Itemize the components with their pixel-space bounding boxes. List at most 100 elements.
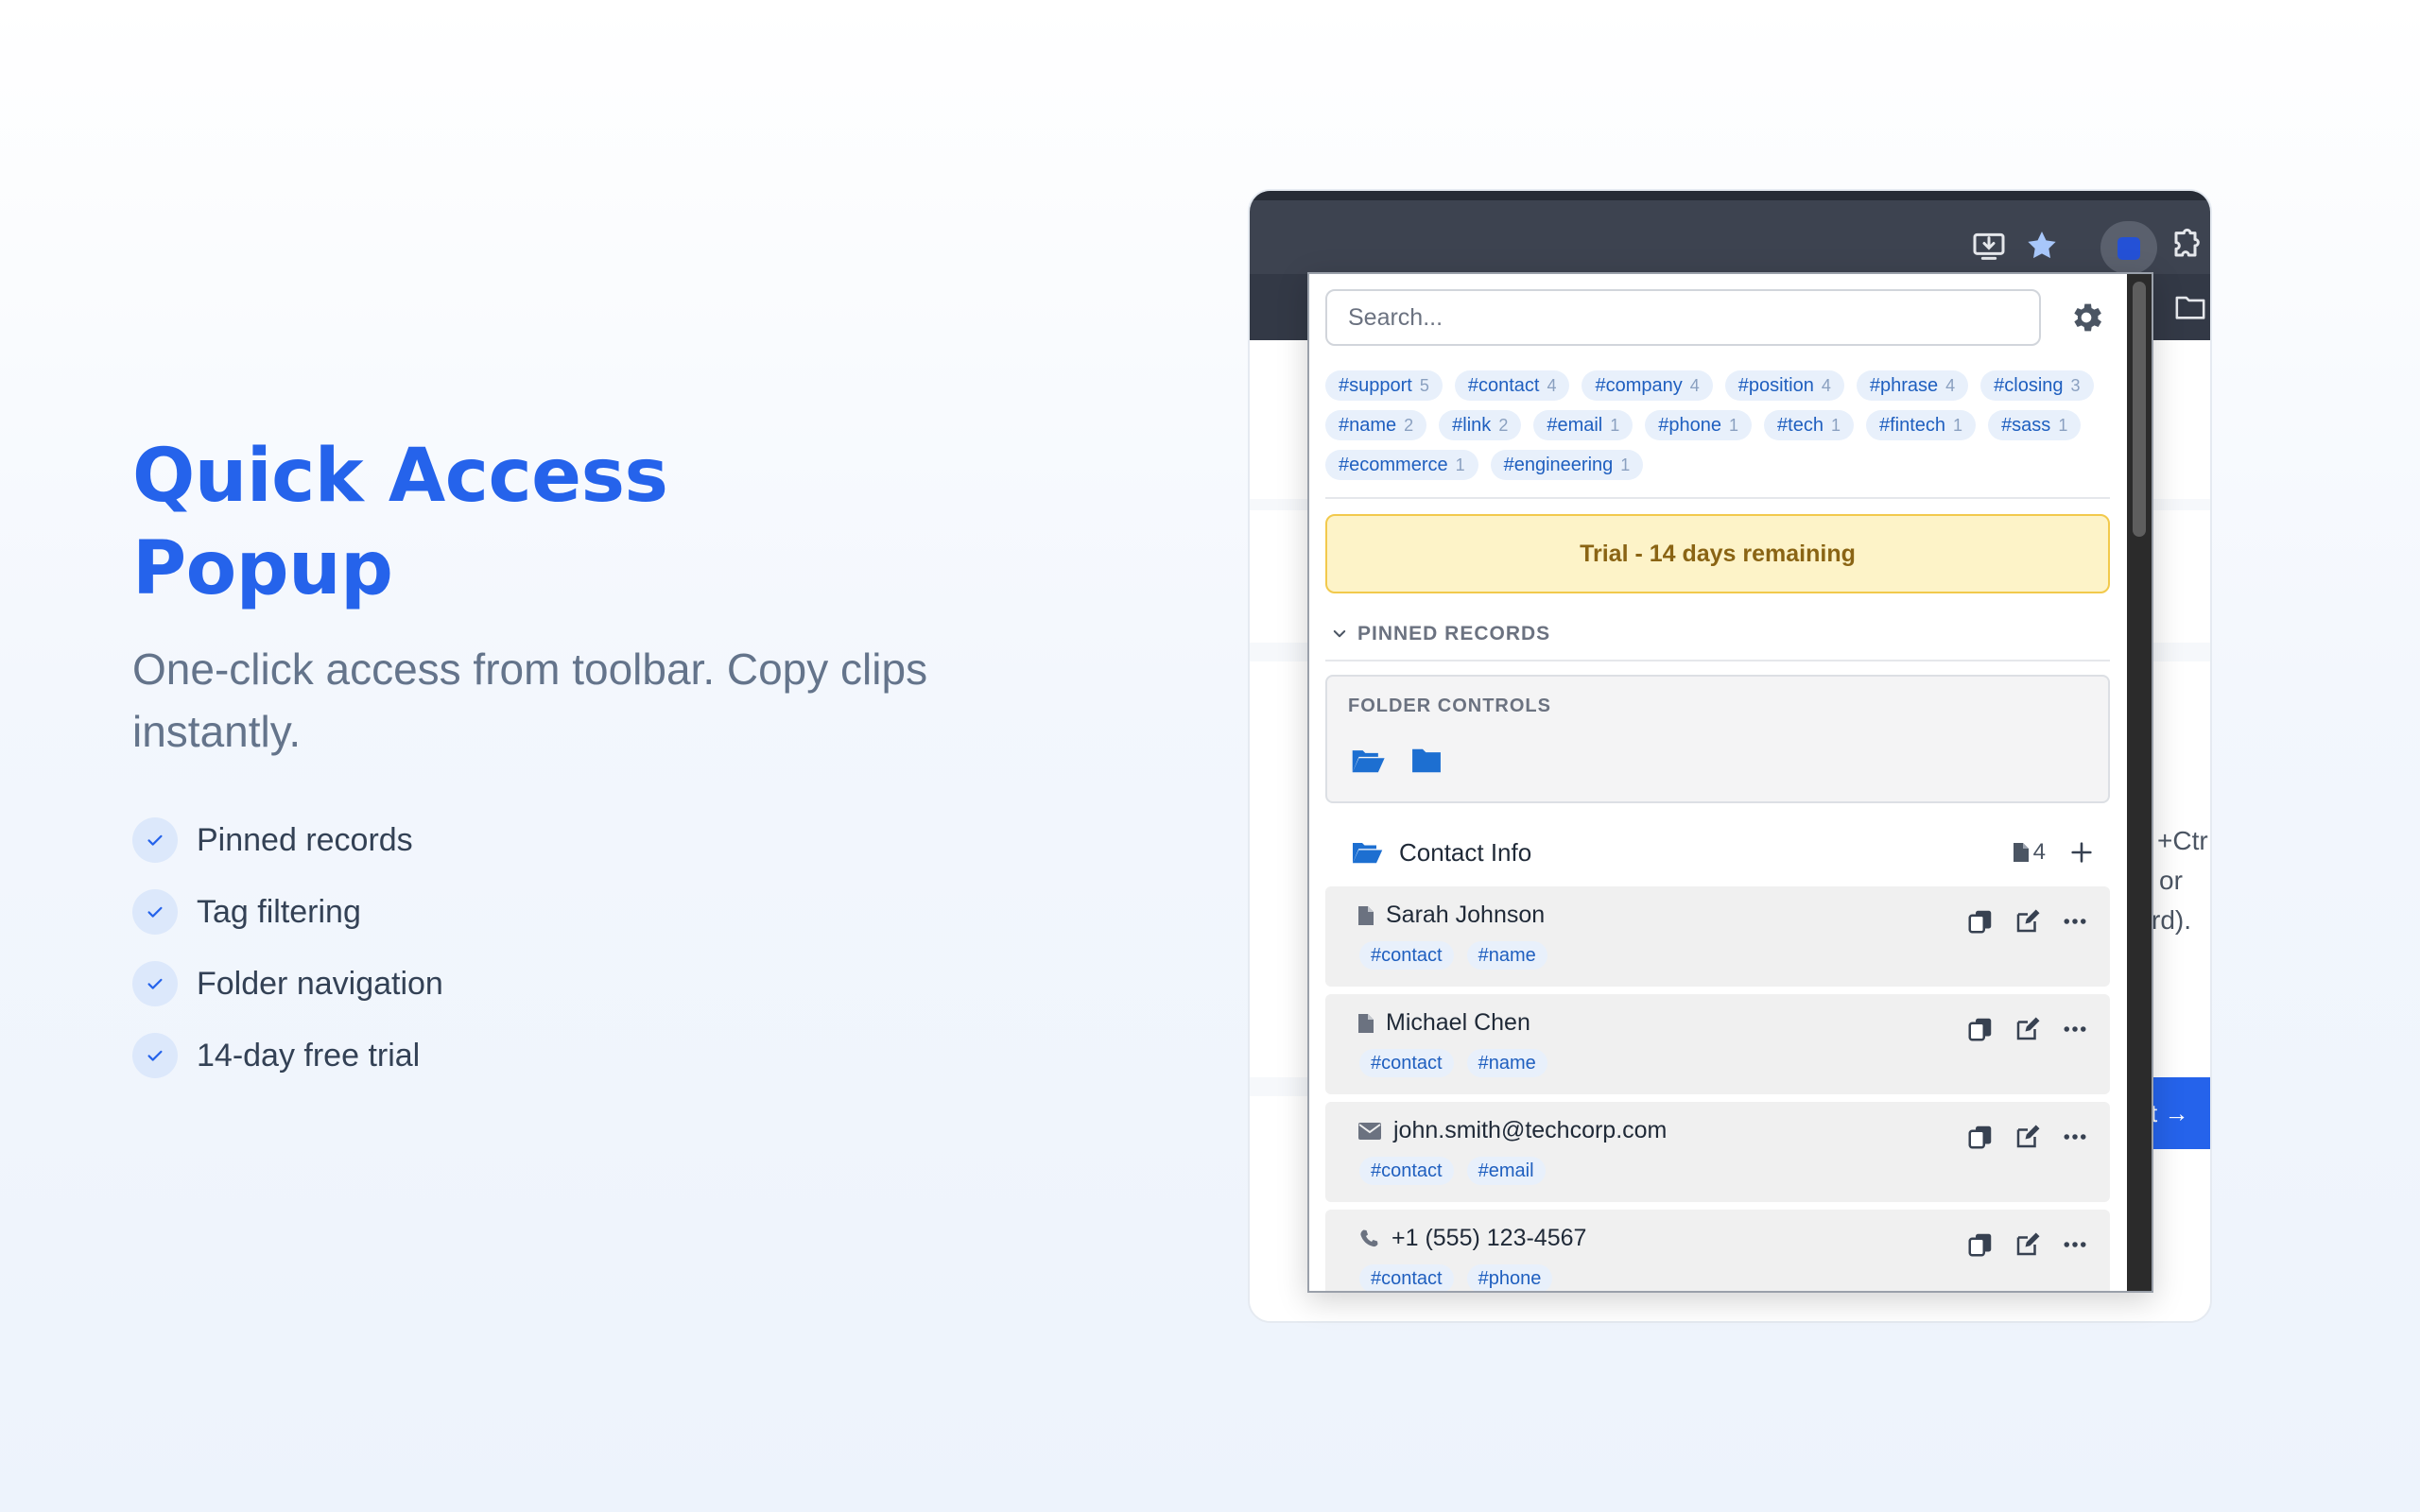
browser-toolbar xyxy=(1250,191,2210,274)
folder-open-icon[interactable] xyxy=(1350,745,1386,777)
tag-chip[interactable]: #position 4 xyxy=(1724,370,1844,401)
tag-chip[interactable]: #engineering 1 xyxy=(1490,450,1644,480)
search-input[interactable] xyxy=(1325,289,2041,346)
record-title-row: +1 (555) 123-4567 xyxy=(1357,1225,1586,1252)
tag-chip[interactable]: #ecommerce 1 xyxy=(1325,450,1478,480)
envelope-icon xyxy=(1358,1122,1381,1140)
tag-count: 1 xyxy=(2058,415,2068,435)
record-title: Michael Chen xyxy=(1386,1009,1530,1036)
star-icon[interactable] xyxy=(2023,227,2061,265)
folder-controls: FOLDER CONTROLS xyxy=(1325,675,2110,803)
tag-count: 4 xyxy=(1547,375,1557,395)
record-tags: #contact #name xyxy=(1359,941,1547,970)
edit-icon[interactable] xyxy=(2014,1230,2042,1259)
puzzle-icon[interactable] xyxy=(2167,227,2204,265)
more-icon[interactable] xyxy=(2061,907,2089,936)
more-icon[interactable] xyxy=(2061,1230,2089,1259)
tag-chip[interactable]: #link 2 xyxy=(1439,410,1522,440)
page-text: or xyxy=(2159,866,2183,895)
check-icon xyxy=(132,1033,178,1078)
tag-count: 1 xyxy=(1953,415,1963,435)
hero-section: Quick Access Popup One-click access from… xyxy=(132,430,1059,1091)
pinned-records-header[interactable]: PINNED RECORDS xyxy=(1325,620,2110,648)
hero-title-line1: Quick Access xyxy=(132,434,668,519)
folder-contact-info[interactable]: Contact Info 4 xyxy=(1325,826,2110,879)
scrollbar-thumb[interactable] xyxy=(2133,282,2146,537)
chevron-down-icon[interactable] xyxy=(1331,626,1348,643)
feature-item: 14-day free trial xyxy=(132,1020,1059,1091)
record-item[interactable]: Michael Chen #contact #name xyxy=(1325,994,2110,1094)
record-title: john.smith@techcorp.com xyxy=(1393,1117,1668,1143)
record-title-row: john.smith@techcorp.com xyxy=(1357,1117,1667,1144)
tag-chip[interactable]: #name xyxy=(1466,1049,1547,1077)
tag-chip[interactable]: #fintech 1 xyxy=(1865,410,1977,440)
feature-label: 14-day free trial xyxy=(197,1037,421,1074)
tag-chip[interactable]: #contact 4 xyxy=(1454,370,1570,401)
more-icon[interactable] xyxy=(2061,1015,2089,1043)
copy-icon[interactable] xyxy=(1966,1230,1995,1259)
feature-item: Folder navigation xyxy=(132,948,1059,1020)
copy-icon[interactable] xyxy=(1966,1015,1995,1043)
record-item[interactable]: +1 (555) 123-4567 #contact #phone xyxy=(1325,1210,2110,1291)
more-icon[interactable] xyxy=(2061,1123,2089,1151)
feature-label: Folder navigation xyxy=(197,965,443,1002)
edit-icon[interactable] xyxy=(2014,1015,2042,1043)
tag-chip[interactable]: #tech 1 xyxy=(1764,410,1854,440)
tag-chip[interactable]: #sass 1 xyxy=(1988,410,2082,440)
folder-closed-icon[interactable] xyxy=(1409,745,1444,777)
copy-icon[interactable] xyxy=(1966,1123,1995,1151)
tag-chip[interactable]: #phrase 4 xyxy=(1856,370,1969,401)
copy-icon[interactable] xyxy=(1966,907,1995,936)
tag-count: 3 xyxy=(2070,375,2081,395)
feature-item: Tag filtering xyxy=(132,876,1059,948)
record-item[interactable]: john.smith@techcorp.com #contact #email xyxy=(1325,1102,2110,1202)
tag-chip[interactable]: #closing 3 xyxy=(1980,370,2094,401)
feature-list: Pinned records Tag filtering Folder navi… xyxy=(132,804,1059,1091)
tag-chip[interactable]: #contact xyxy=(1359,1157,1454,1185)
gear-icon[interactable] xyxy=(2067,299,2105,336)
tag-chip[interactable]: #phone xyxy=(1466,1264,1553,1291)
hero-title: Quick Access Popup xyxy=(132,430,1059,615)
tag-count: 1 xyxy=(1620,455,1631,474)
folder-open-icon xyxy=(1353,843,1383,864)
document-icon xyxy=(1358,1013,1374,1033)
tag-chip[interactable]: #support 5 xyxy=(1325,370,1443,401)
add-record-icon[interactable] xyxy=(2068,839,2095,866)
tag-count: 2 xyxy=(1498,415,1509,435)
tag-chip[interactable]: #contact xyxy=(1359,941,1454,970)
extension-active-icon[interactable] xyxy=(2100,221,2157,274)
phone-icon xyxy=(1360,1229,1378,1246)
record-title: +1 (555) 123-4567 xyxy=(1392,1225,1587,1251)
tag-chip[interactable]: #name xyxy=(1466,941,1547,970)
edit-icon[interactable] xyxy=(2014,1123,2042,1151)
tag-count: 4 xyxy=(1689,375,1700,395)
tag-chip[interactable]: #company 4 xyxy=(1582,370,1713,401)
tag-count: 1 xyxy=(1610,415,1620,435)
tag-count: 1 xyxy=(1729,415,1739,435)
hero-subtitle: One-click access from toolbar. Copy clip… xyxy=(132,644,928,756)
tag-chip[interactable]: #contact xyxy=(1359,1049,1454,1077)
hero-title-line2: Popup xyxy=(132,526,393,611)
folder-controls-label: FOLDER CONTROLS xyxy=(1348,696,1551,716)
record-actions xyxy=(1966,907,2089,936)
tag-chip[interactable]: #contact xyxy=(1359,1264,1454,1291)
folder-outline-icon[interactable] xyxy=(2174,293,2206,321)
tag-chip[interactable]: #name 2 xyxy=(1325,410,1427,440)
record-title-row: Sarah Johnson xyxy=(1357,902,1545,929)
popup-scrollbar[interactable] xyxy=(2127,274,2152,1291)
extension-popup: #support5 #contact4 #company4 #position4… xyxy=(1307,272,2153,1293)
check-icon xyxy=(132,817,178,863)
install-icon[interactable] xyxy=(1970,227,2008,265)
tag-chip[interactable]: #phone 1 xyxy=(1645,410,1753,440)
document-icon xyxy=(1358,905,1374,925)
edit-icon[interactable] xyxy=(2014,907,2042,936)
record-actions xyxy=(1966,1123,2089,1151)
record-item[interactable]: Sarah Johnson #contact #name xyxy=(1325,886,2110,987)
document-icon xyxy=(2013,843,2029,862)
tag-chip[interactable]: #email 1 xyxy=(1533,410,1634,440)
trial-banner: Trial - 14 days remaining xyxy=(1325,514,2110,593)
feature-label: Tag filtering xyxy=(197,893,361,930)
tag-chip[interactable]: #email xyxy=(1466,1157,1546,1185)
record-title: Sarah Johnson xyxy=(1386,902,1546,928)
check-icon xyxy=(132,889,178,935)
